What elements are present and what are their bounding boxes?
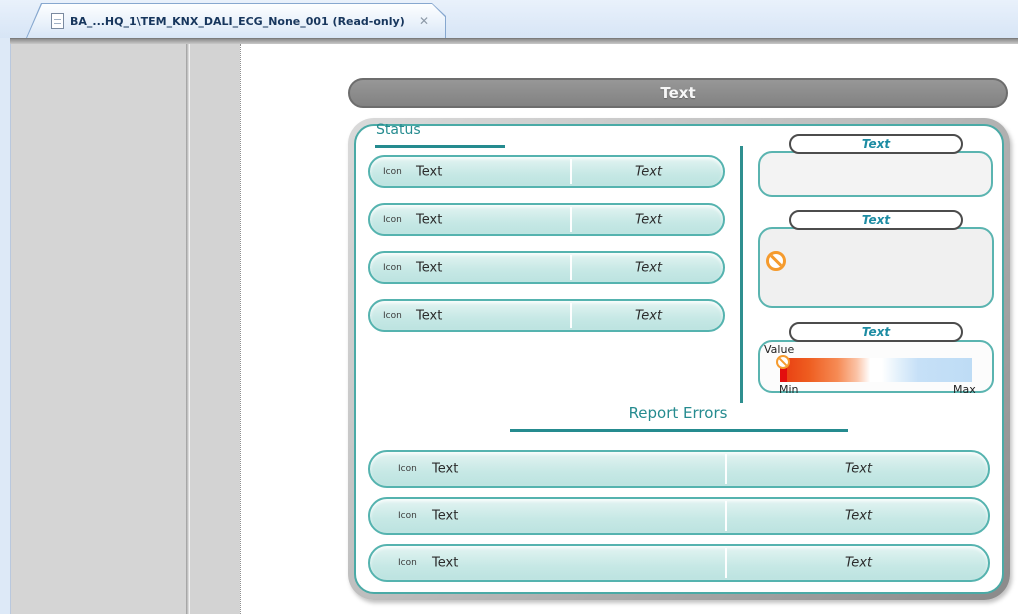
spinner-caption-oval[interactable]: Text xyxy=(789,210,963,230)
status-row[interactable]: Icon Text Text xyxy=(368,299,725,332)
section-divider xyxy=(740,146,743,403)
status-label: Text xyxy=(416,212,442,227)
status-value: Text xyxy=(572,212,725,227)
status-underline xyxy=(375,145,505,148)
status-row[interactable]: Icon Text Text xyxy=(368,203,725,236)
spinner-box xyxy=(758,227,994,308)
template-header-title: Text xyxy=(660,84,695,102)
report-value: Text xyxy=(727,556,990,571)
editor-window: BA_...HQ_1\TEM_KNX_DALI_ECG_None_001 (Re… xyxy=(0,0,1018,614)
status-value: Text xyxy=(572,164,725,179)
status-icon-placeholder: Icon xyxy=(383,311,402,321)
report-label: Text xyxy=(432,509,458,524)
status-value: Text xyxy=(572,260,725,275)
close-icon[interactable]: ✕ xyxy=(417,14,431,28)
spinner-caption: Text xyxy=(862,213,890,227)
status-label: Text xyxy=(416,164,442,179)
report-error-row[interactable]: Icon Text Text xyxy=(368,450,990,488)
document-tab[interactable]: BA_...HQ_1\TEM_KNX_DALI_ECG_None_001 (Re… xyxy=(26,3,446,38)
status-icon-placeholder: Icon xyxy=(383,167,402,177)
left-panel xyxy=(10,44,186,614)
report-errors-title: Report Errors xyxy=(448,404,908,422)
tab-title: BA_...HQ_1\TEM_KNX_DALI_ECG_None_001 (Re… xyxy=(70,15,405,28)
status-icon-placeholder: Icon xyxy=(383,263,402,273)
no-entry-icon-small xyxy=(776,355,790,369)
report-icon-placeholder: Icon xyxy=(398,558,417,568)
report-label: Text xyxy=(432,556,458,571)
max-label: Max xyxy=(953,383,976,396)
report-error-row[interactable]: Icon Text Text xyxy=(368,497,990,535)
report-value: Text xyxy=(727,509,990,524)
switch-caption-oval[interactable]: Text xyxy=(789,134,963,154)
switch-caption: Text xyxy=(862,137,890,151)
template-header[interactable]: Text xyxy=(348,78,1008,108)
status-section-title: Status xyxy=(376,122,421,138)
report-label: Text xyxy=(432,462,458,477)
status-label: Text xyxy=(416,260,442,275)
status-row[interactable]: Icon Text Text xyxy=(368,155,725,188)
range-caption-oval[interactable]: Text xyxy=(789,322,963,342)
range-caption: Text xyxy=(862,325,890,339)
report-error-row[interactable]: Icon Text Text xyxy=(368,544,990,582)
status-row[interactable]: Icon Text Text xyxy=(368,251,725,284)
tab-bar: BA_...HQ_1\TEM_KNX_DALI_ECG_None_001 (Re… xyxy=(0,0,1018,38)
no-entry-icon xyxy=(766,251,786,271)
report-icon-placeholder: Icon xyxy=(398,511,417,521)
report-errors-underline xyxy=(510,429,848,432)
status-value: Text xyxy=(572,308,725,323)
status-icon-placeholder: Icon xyxy=(383,215,402,225)
report-value: Text xyxy=(727,462,990,477)
gradient-bar[interactable] xyxy=(780,358,972,382)
report-icon-placeholder: Icon xyxy=(398,464,417,474)
secondary-panel xyxy=(190,44,240,614)
value-label: Value xyxy=(764,343,794,356)
switch-box xyxy=(758,151,993,197)
document-icon xyxy=(51,13,64,29)
min-label: Min xyxy=(779,383,799,396)
status-label: Text xyxy=(416,308,442,323)
